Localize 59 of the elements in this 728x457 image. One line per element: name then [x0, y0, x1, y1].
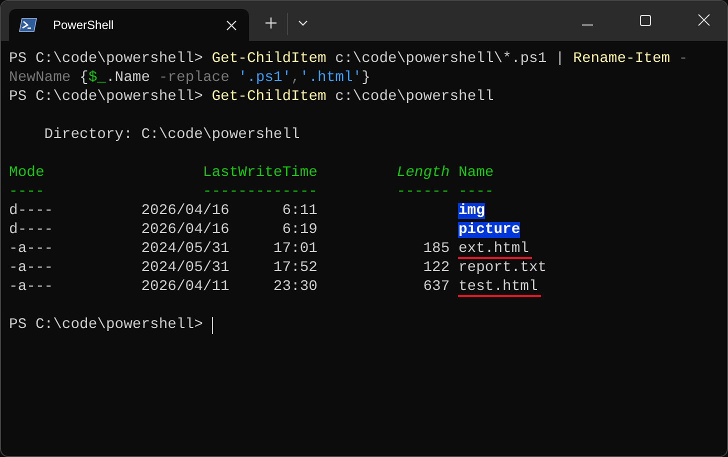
minimize-icon[interactable]: [582, 24, 593, 26]
mode-text: -a---: [9, 241, 54, 257]
mode-text: -a---: [9, 279, 54, 295]
argument-text: {: [78, 69, 88, 88]
prompt-text: PS C:\code\powershell>: [9, 316, 204, 335]
column-header: Mode: [9, 165, 44, 181]
mode-text: d----: [9, 203, 54, 219]
length-text: 185: [423, 241, 450, 257]
date-text: 2024/05/31: [141, 241, 230, 257]
command-text: Get-ChildItem: [212, 50, 326, 69]
powershell-icon: [19, 18, 37, 32]
mode-text: -a---: [9, 260, 54, 276]
parameter-text: -: [678, 50, 688, 69]
directory-name: img: [458, 203, 485, 219]
date-text: 2026/04/16: [141, 222, 230, 238]
command-text: Rename-Item: [573, 50, 670, 69]
mode-text: d----: [9, 222, 54, 238]
parameter-text: ,: [291, 69, 300, 88]
maximize-icon[interactable]: [640, 15, 651, 26]
header-rule: ----: [458, 183, 494, 202]
parameter-text: NewName: [9, 69, 71, 88]
prompt-text: PS C:\code\powershell>: [9, 88, 204, 107]
text-cursor: [212, 317, 214, 334]
directory-text: Directory: C:\code\powershell: [43, 126, 300, 145]
argument-text: }: [362, 69, 370, 88]
column-header: Length: [396, 165, 450, 181]
length-text: 637: [423, 279, 450, 295]
argument-text: c:\code\powershell\*.ps1 |: [334, 50, 566, 69]
prompt-text: PS C:\code\powershell>: [9, 50, 204, 69]
time-text: 17:01: [273, 241, 318, 257]
time-text: 6:11: [282, 203, 318, 219]
chevron-down-icon[interactable]: [298, 20, 308, 26]
file-name: report.txt: [458, 260, 547, 276]
time-text: 23:30: [273, 279, 318, 295]
string-text: '.ps1': [238, 69, 292, 88]
date-text: 2026/04/16: [141, 203, 230, 219]
command-text: Get-ChildItem: [212, 88, 326, 107]
date-text: 2024/05/31: [141, 260, 230, 276]
close-icon[interactable]: [698, 14, 710, 26]
new-tab-icon[interactable]: [265, 17, 277, 29]
time-text: 17:52: [273, 260, 318, 276]
date-text: 2026/04/11: [141, 279, 230, 295]
directory-name: picture: [458, 222, 520, 238]
close-tab-icon[interactable]: [226, 20, 237, 30]
column-header: LastWriteTime: [202, 165, 318, 181]
string-text: '.html': [300, 69, 362, 88]
length-text: 122: [423, 260, 450, 276]
file-name: ext.html: [458, 241, 529, 257]
time-text: 6:19: [282, 222, 318, 238]
column-header: Name: [458, 164, 494, 183]
argument-text: .Name: [106, 69, 152, 88]
header-rule: -------------: [202, 184, 318, 200]
terminal-tab[interactable]: PowerShell: [9, 9, 249, 41]
file-name: test.html: [458, 279, 538, 295]
parameter-text: -replace: [158, 69, 230, 88]
argument-text: c:\code\powershell: [334, 88, 494, 107]
header-rule: ----: [9, 184, 44, 200]
variable-text: $_: [88, 69, 106, 88]
header-rule: ------: [396, 184, 450, 200]
